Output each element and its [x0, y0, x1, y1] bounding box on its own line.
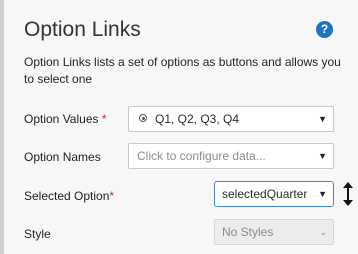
- vertical-resize-icon[interactable]: [342, 182, 354, 206]
- chevron-down-icon: ⌄: [319, 227, 327, 237]
- required-mark: *: [109, 189, 115, 203]
- style-label-text: Style: [24, 227, 51, 241]
- panel-description: Option Links lists a set of options as b…: [24, 55, 341, 86]
- selected-option-label-text: Selected Option: [24, 189, 110, 203]
- required-mark: *: [101, 112, 107, 126]
- style-value: No Styles: [222, 225, 274, 239]
- selected-option-select[interactable]: selectedQuarter ▼: [214, 181, 334, 207]
- option-names-label: Option Names: [24, 150, 101, 164]
- selected-option-value: selectedQuarter: [222, 187, 308, 201]
- option-links-panel: Option Links ? Option Links lists a set …: [4, 0, 358, 254]
- help-icon[interactable]: ?: [316, 21, 333, 38]
- chevron-down-icon: ▼: [318, 151, 327, 161]
- chevron-down-icon: ▼: [318, 114, 327, 124]
- option-names-placeholder: Click to configure data...: [137, 149, 266, 163]
- option-values-label: Option Values *: [24, 112, 107, 126]
- option-values-label-text: Option Values: [24, 112, 99, 126]
- option-values-value: Q1, Q2, Q3, Q4: [155, 112, 240, 126]
- option-names-label-text: Option Names: [24, 150, 101, 164]
- option-names-select[interactable]: Click to configure data... ▼: [128, 143, 334, 169]
- option-values-select[interactable]: Q1, Q2, Q3, Q4 ▼: [128, 106, 334, 132]
- panel-title: Option Links: [24, 18, 141, 41]
- radio-icon: [139, 114, 147, 122]
- style-select[interactable]: No Styles ⌄: [214, 219, 334, 245]
- chevron-down-icon: ▼: [318, 189, 327, 199]
- selected-option-label: Selected Option*: [24, 189, 114, 203]
- style-label: Style: [24, 227, 51, 241]
